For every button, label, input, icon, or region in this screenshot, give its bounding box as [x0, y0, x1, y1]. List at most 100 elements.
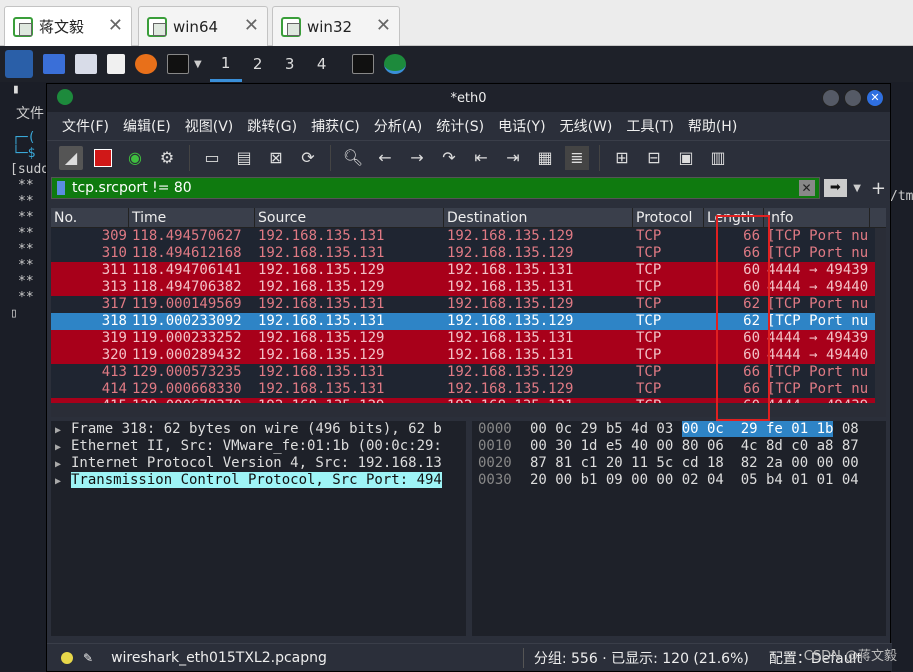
workspace-1[interactable]: 1 — [209, 46, 242, 82]
packet-cell-no: 309 — [101, 228, 127, 244]
expand-arrow-icon[interactable]: ▶ — [55, 422, 71, 439]
menu-help[interactable]: 帮助(H) — [681, 116, 744, 136]
chevron-down-icon[interactable]: ▼ — [853, 183, 861, 194]
resize-columns-icon[interactable]: ▥ — [706, 146, 730, 170]
save-file-icon[interactable]: ▤ — [232, 146, 256, 170]
autoscroll-icon[interactable]: ▦ — [533, 146, 557, 170]
packet-row[interactable]: 319 119.000233252 192.168.135.129 192.168.1… — [51, 330, 886, 347]
column-source[interactable]: Source — [255, 208, 444, 227]
text-editor-icon[interactable] — [107, 54, 125, 74]
watermark: CSDN @蒋文毅 — [803, 649, 897, 664]
show-desktop-icon[interactable] — [43, 54, 65, 74]
zoom-in-icon[interactable]: ⊞ — [610, 146, 634, 170]
close-window-button[interactable]: ✕ — [866, 89, 884, 107]
window-titlebar[interactable]: *eth0 ✕ — [47, 84, 890, 112]
menu-tools[interactable]: 工具(T) — [619, 116, 680, 136]
packet-row[interactable]: 320 119.000289432 192.168.135.129 192.168.1… — [51, 347, 886, 364]
packet-row[interactable]: 311 118.494706141 192.168.135.129 192.168.1… — [51, 262, 886, 279]
wireshark-task-icon[interactable] — [383, 54, 406, 74]
packet-row[interactable]: 313 118.494706382 192.168.135.129 192.168.1… — [51, 279, 886, 296]
normal-size-icon[interactable]: ▣ — [674, 146, 698, 170]
vm-tab-1[interactable]: win64 ✕ — [138, 6, 268, 46]
maximize-button[interactable] — [844, 89, 862, 107]
reload-file-icon[interactable]: ⟳ — [296, 146, 320, 170]
menu-go[interactable]: 跳转(G) — [240, 116, 304, 136]
terminal-icon[interactable] — [167, 54, 189, 74]
start-capture-icon[interactable]: ◢ — [59, 145, 83, 170]
colorize-icon[interactable]: ≣ — [565, 145, 589, 170]
first-packet-icon[interactable]: ⇤ — [469, 146, 493, 170]
packet-cell-time: 119.000149569 — [132, 296, 242, 312]
menu-file[interactable]: 文件(F) — [55, 116, 116, 136]
packet-list-hscrollbar[interactable] — [51, 403, 886, 417]
terminal-task-icon[interactable] — [351, 54, 374, 74]
menu-analyze[interactable]: 分析(A) — [367, 116, 430, 136]
minimize-button[interactable] — [822, 89, 840, 107]
close-icon[interactable]: ✕ — [244, 17, 259, 35]
display-filter-input[interactable] — [52, 180, 752, 196]
packet-cell-time: 119.000289432 — [132, 347, 242, 363]
packet-row[interactable]: 413 129.000573235 192.168.135.131 192.168.1… — [51, 364, 886, 381]
detail-row-selected[interactable]: ▶ Transmission Control Protocol, Src Port… — [51, 472, 466, 489]
expand-arrow-icon[interactable]: ▶ — [55, 456, 71, 473]
column-length[interactable]: Length — [704, 208, 764, 227]
menu-telephony[interactable]: 电话(Y) — [491, 116, 552, 136]
expert-info-icon[interactable] — [61, 651, 73, 664]
close-icon[interactable]: ✕ — [376, 17, 391, 35]
file-manager-icon[interactable] — [75, 54, 97, 74]
firefox-icon[interactable] — [135, 54, 157, 74]
vm-tab-0[interactable]: 蒋文毅 ✕ — [4, 6, 132, 46]
packet-list-scrollbar[interactable] — [875, 228, 886, 403]
packet-row[interactable]: 317 119.000149569 192.168.135.131 192.168.1… — [51, 296, 886, 313]
packet-row[interactable]: 414 129.000668330 192.168.135.131 192.168.1… — [51, 381, 886, 398]
expand-arrow-icon[interactable]: ▶ — [55, 439, 71, 456]
close-icon[interactable]: ✕ — [108, 17, 123, 35]
detail-row[interactable]: ▶ Ethernet II, Src: VMware_fe:01:1b (00:0… — [51, 438, 466, 455]
go-back-icon[interactable]: ← — [373, 146, 397, 170]
bookmark-icon[interactable] — [57, 181, 65, 195]
workspace-3[interactable]: 3 — [274, 46, 306, 82]
apply-filter-icon[interactable]: ➡ — [823, 179, 848, 197]
menu-wireless[interactable]: 无线(W) — [553, 116, 620, 136]
window-title: *eth0 — [450, 90, 487, 106]
packet-cell-proto: TCP — [636, 381, 662, 397]
column-info[interactable]: Info — [764, 208, 870, 227]
capture-options-icon[interactable]: ⚙ — [155, 146, 179, 170]
column-protocol[interactable]: Protocol — [633, 208, 704, 227]
clear-filter-icon[interactable]: ✕ — [798, 180, 815, 196]
find-packet-icon[interactable]: 🔍︎ — [341, 146, 365, 170]
close-file-icon[interactable]: ⊠ — [264, 146, 288, 170]
menu-statistics[interactable]: 统计(S) — [429, 116, 491, 136]
capture-comment-icon[interactable]: ✎ — [83, 651, 93, 665]
display-filter-bar: ✕ ➡ ▼ + — [47, 174, 890, 202]
menu-view[interactable]: 视图(V) — [178, 116, 241, 136]
packet-cell-info: [TCP Port nu — [767, 228, 869, 244]
column-destination[interactable]: Destination — [444, 208, 633, 227]
stop-capture-icon[interactable] — [91, 146, 115, 170]
last-packet-icon[interactable]: ⇥ — [501, 146, 525, 170]
packet-row[interactable]: 310 118.494612168 192.168.135.131 192.168.1… — [51, 245, 886, 262]
packet-cell-no: 413 — [101, 364, 127, 380]
kali-menu-icon[interactable] — [5, 50, 33, 78]
zoom-out-icon[interactable]: ⊟ — [642, 146, 666, 170]
menu-capture[interactable]: 捕获(C) — [304, 116, 367, 136]
packet-row-selected[interactable]: 318 119.000233092 192.168.135.131 192.168.1… — [51, 313, 886, 330]
menu-edit[interactable]: 编辑(E) — [116, 116, 178, 136]
restart-capture-icon[interactable]: ◉ — [123, 146, 147, 170]
packet-cell-dst: 192.168.135.131 — [447, 347, 574, 363]
detail-row[interactable]: ▶ Internet Protocol Version 4, Src: 192.1… — [51, 455, 466, 472]
column-no[interactable]: No. — [51, 208, 129, 227]
detail-row[interactable]: ▶ Frame 318: 62 bytes on wire (496 bits),… — [51, 421, 466, 438]
packet-rows: 309 118.494570627 192.168.135.131 192.168.1… — [51, 228, 886, 403]
workspace-2[interactable]: 2 — [242, 46, 274, 82]
go-forward-icon[interactable]: → — [405, 146, 429, 170]
open-file-icon[interactable]: ▭ — [200, 146, 224, 170]
expand-arrow-icon[interactable]: ▶ — [55, 473, 71, 490]
vm-tab-2[interactable]: win32 ✕ — [272, 6, 400, 46]
column-time[interactable]: Time — [129, 208, 255, 227]
add-filter-button-icon[interactable]: + — [871, 178, 886, 199]
workspace-4[interactable]: 4 — [306, 46, 338, 82]
go-to-packet-icon[interactable]: ↷ — [437, 146, 461, 170]
packet-row[interactable]: 309 118.494570627 192.168.135.131 192.168.1… — [51, 228, 886, 245]
chevron-down-icon[interactable]: ▼ — [194, 59, 202, 70]
